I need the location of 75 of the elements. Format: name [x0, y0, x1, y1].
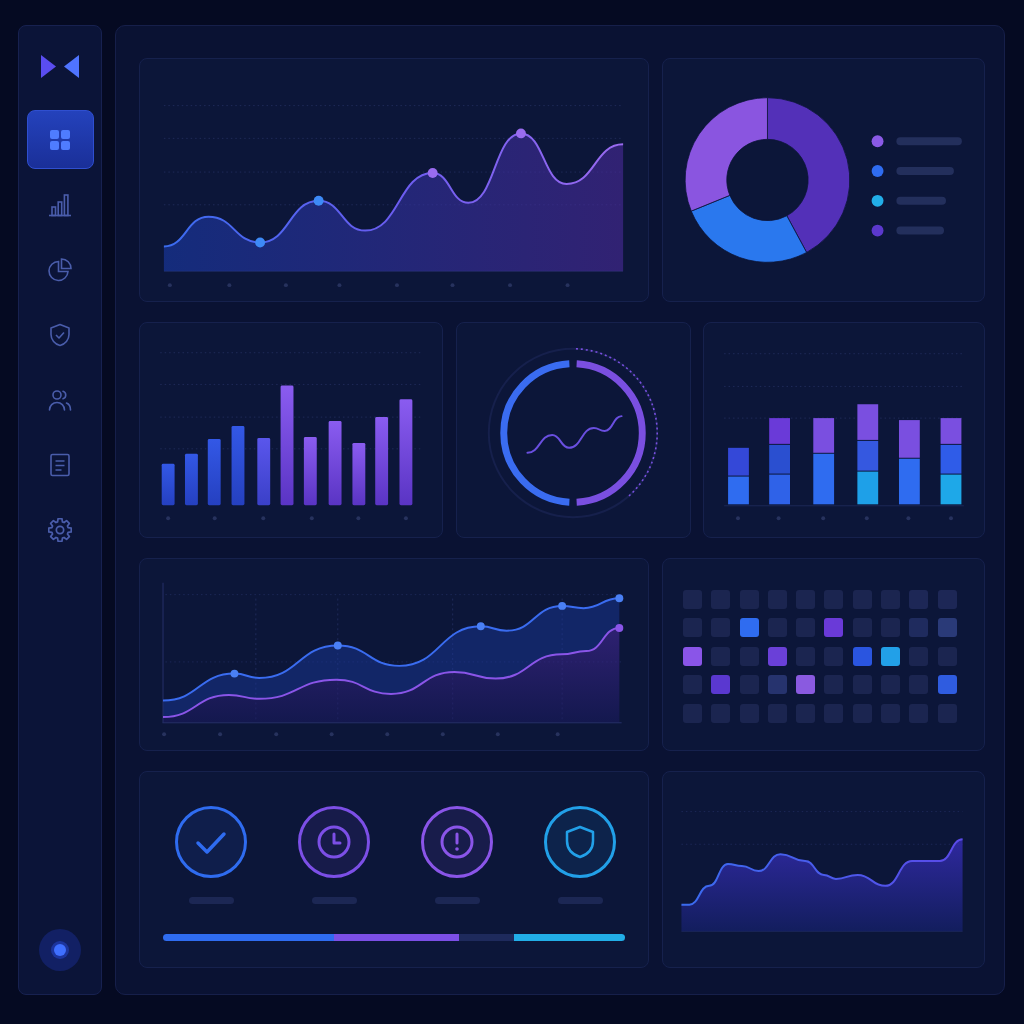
axis-tick-dot	[274, 732, 279, 737]
legend-placeholder-bar	[896, 137, 962, 146]
data-point	[615, 594, 624, 603]
bar-segment	[940, 418, 962, 444]
bar-segment	[899, 458, 920, 505]
bar	[303, 436, 317, 506]
axis-tick-dot	[166, 516, 171, 521]
axis-tick-dot	[555, 732, 560, 737]
logo-icon	[41, 55, 79, 78]
data-point	[255, 237, 266, 248]
bar-segment	[899, 420, 920, 458]
bar-segment	[857, 440, 879, 471]
axis-tick-dot	[776, 516, 781, 521]
placeholder-bar	[188, 897, 234, 904]
bar	[161, 463, 175, 506]
placeholder-bar	[557, 897, 603, 904]
axis-tick-dot	[906, 516, 911, 521]
axis-tick-dot	[821, 516, 826, 521]
axis-tick-dot	[495, 732, 500, 737]
bar-segment	[769, 418, 790, 444]
placeholder-bar	[311, 897, 357, 904]
bar-chart-icon	[48, 192, 72, 217]
data-point	[615, 624, 624, 632]
axis-tick-dot	[565, 283, 570, 288]
data-point	[516, 128, 526, 139]
legend-placeholder-bar	[896, 226, 944, 235]
axis-tick-dot	[337, 283, 342, 288]
axis-tick-dot	[218, 732, 223, 737]
axis-tick-dot	[385, 732, 390, 737]
axis-tick-dot	[309, 516, 314, 521]
axis-tick-dot	[440, 732, 445, 737]
bar	[207, 438, 221, 506]
bar-segment	[769, 474, 790, 505]
axis-tick-dot	[212, 516, 217, 521]
data-point	[333, 641, 342, 650]
legend-placeholder-bar	[896, 196, 946, 205]
settings-icon	[48, 517, 72, 542]
axis-tick-dot	[949, 516, 953, 521]
placeholder-bar	[434, 897, 480, 904]
grid-icon	[48, 127, 72, 152]
bar-segment	[728, 447, 749, 476]
data-point	[230, 669, 239, 678]
shield-check-icon	[48, 322, 72, 347]
users-icon	[48, 387, 72, 412]
axis-tick-dot	[508, 283, 512, 288]
data-point	[476, 622, 485, 631]
data-point	[427, 168, 438, 178]
document-icon	[48, 452, 72, 477]
axis-tick-dot	[403, 516, 408, 521]
axis-tick-dot	[395, 283, 399, 288]
bar-segment	[940, 474, 962, 505]
axis-tick-dot	[283, 283, 288, 288]
bar-segment	[857, 404, 879, 440]
bar-segment	[857, 471, 879, 505]
data-point	[558, 601, 567, 610]
nav-button[interactable]	[26, 110, 94, 169]
bar-segment	[769, 444, 790, 474]
axis-tick-dot	[736, 516, 740, 521]
axis-tick-dot	[450, 283, 455, 288]
axis-tick-dot	[329, 732, 334, 737]
axis-tick-dot	[162, 732, 167, 737]
axis-tick-dot	[261, 516, 266, 521]
data-point	[313, 195, 324, 206]
bar	[352, 442, 366, 506]
bar	[257, 437, 271, 506]
axis-tick-dot	[864, 516, 869, 521]
bar	[185, 453, 198, 506]
bar-segment	[940, 444, 962, 474]
legend-placeholder-bar	[896, 167, 954, 176]
bar-segment	[728, 476, 749, 505]
status-dot-icon	[39, 929, 81, 971]
axis-tick-dot	[356, 516, 361, 521]
axis-tick-dot	[167, 283, 172, 288]
pie-chart-icon	[48, 257, 72, 282]
axis-tick-dot	[227, 283, 232, 288]
